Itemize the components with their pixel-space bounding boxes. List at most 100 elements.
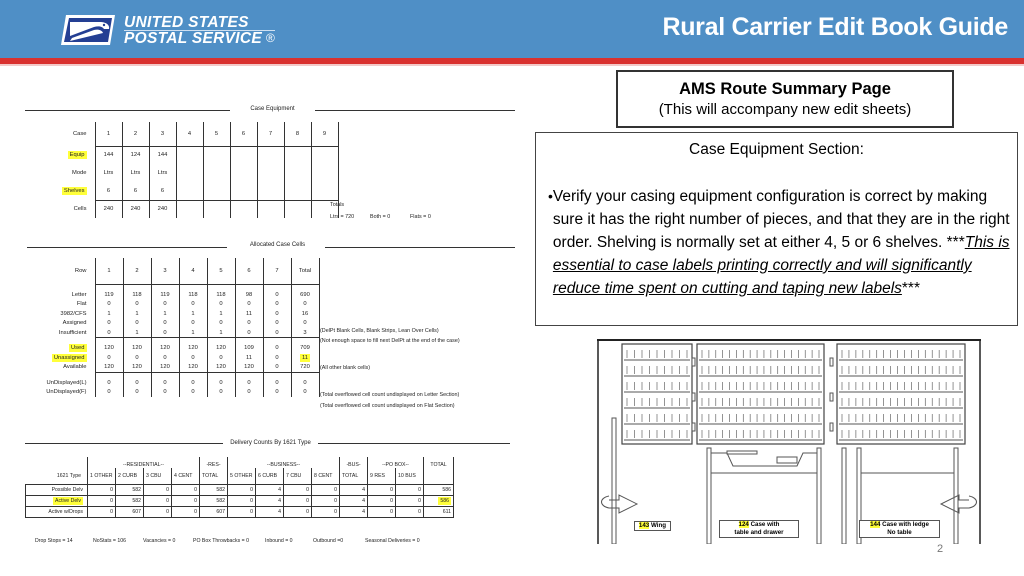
cell-value: 1 xyxy=(191,310,195,317)
cell-value: 0 xyxy=(135,354,139,361)
alloc-cell: 11 xyxy=(234,309,263,319)
cell-value: 607 xyxy=(132,508,141,515)
delivery-column-header: 10 BUS xyxy=(395,468,424,484)
alloc-cell: 0 xyxy=(262,353,291,363)
delivery-cell: 0 xyxy=(87,483,116,496)
totals-letters: Ltrs = 720 xyxy=(330,214,355,220)
cell-value: 119 xyxy=(160,291,170,298)
case-row-label: Equip xyxy=(25,146,95,164)
cell-value: 0 xyxy=(166,486,169,493)
alloc-cell: 0 xyxy=(290,318,320,328)
cell-value: 120 xyxy=(188,364,198,370)
case-cell: 6 xyxy=(148,182,176,200)
alloc-row-note: (All other blank cells) xyxy=(320,365,371,371)
alloc-row: UnDisplayed(F) 0 0 0 0 0 0 0 0 xyxy=(25,387,320,397)
header-bar: UNITED STATES POSTAL SERVICE ® Rural Carr… xyxy=(0,0,1024,58)
cell-value: 11 xyxy=(299,353,311,362)
alloc-cell: 98 xyxy=(234,290,263,300)
alloc-cell: 1 xyxy=(178,328,207,338)
case-cell: 240 xyxy=(94,199,122,218)
row-label-text: Flat xyxy=(76,301,87,308)
cell-value: 4 xyxy=(278,486,281,493)
alloc-cell: 0 xyxy=(262,309,291,319)
caption-text-line2: table and drawer xyxy=(734,529,784,536)
alloc-cell: 120 xyxy=(150,362,179,372)
cell-value: 0 xyxy=(275,301,279,308)
alloc-row-label: UnDisplayed(L) xyxy=(25,378,95,388)
delivery-cell: 0 xyxy=(311,483,340,496)
delivery-cell: 4 xyxy=(339,505,368,518)
alloc-cell: 120 xyxy=(206,362,235,372)
instruction-end: *** xyxy=(901,280,920,297)
alloc-cell: 0 xyxy=(94,378,123,388)
cell-value: 0 xyxy=(247,389,251,396)
usps-logo: UNITED STATES POSTAL SERVICE ® xyxy=(60,13,276,47)
cell-value: 0 xyxy=(163,329,167,336)
alloc-cell: 720 xyxy=(290,362,320,372)
case-cell xyxy=(229,182,257,200)
delivery-row: Active Delv 0 582 0 0 582 0 4 0 0 4 0 0 586 xyxy=(25,494,454,507)
cell-value: 0 xyxy=(191,379,195,386)
delivery-cell: 4 xyxy=(255,483,284,496)
alloc-row-label: 3982/CFS xyxy=(25,309,95,319)
delivery-cell: 0 xyxy=(283,494,312,507)
cell-value: 0 xyxy=(191,301,195,308)
case-row-label: Cells xyxy=(25,200,95,218)
cell-value: 586 xyxy=(438,496,451,505)
delivery-group-header-row: --RESIDENTIAL-- -RES- --BUSINESS-- -BUS- --P… xyxy=(26,457,454,468)
cell-value: 0 xyxy=(163,389,167,396)
cell-value: 582 xyxy=(132,497,141,504)
alloc-cell: 1 xyxy=(178,309,207,319)
alloc-cell: 1 xyxy=(122,309,151,319)
delivery-cell: 0 xyxy=(367,494,396,507)
alloc-cell: 0 xyxy=(206,318,235,328)
cell-value: 0 xyxy=(191,389,195,396)
alloc-cell: 120 xyxy=(94,362,123,372)
cell-value: 0 xyxy=(250,508,253,515)
case-cell xyxy=(202,199,230,218)
delivery-cell: 582 xyxy=(115,483,144,496)
cell-value: 0 xyxy=(107,389,111,396)
case-cell: 240 xyxy=(121,199,149,218)
delivery-cell: 611 xyxy=(423,505,454,518)
delivery-cell: 0 xyxy=(143,483,172,496)
delivery-column-header: 8 CENT xyxy=(311,468,340,484)
alloc-cell: 0 xyxy=(262,343,291,353)
cell-value: 98 xyxy=(245,291,253,298)
case-cell xyxy=(202,164,230,182)
alloc-cell: 0 xyxy=(234,299,263,309)
alloc-cell: 0 xyxy=(234,328,263,338)
alloc-cell: 16 xyxy=(290,309,320,319)
cell-value: 0 xyxy=(110,486,113,493)
delivery-counts-table: --RESIDENTIAL-- -RES- --BUSINESS-- -BUS- --P… xyxy=(25,457,454,518)
alloc-cell: 0 xyxy=(178,387,207,397)
cell-value: 0 xyxy=(247,301,251,308)
ams-subtitle: (This will accompany new edit sheets) xyxy=(658,101,912,118)
case-cell xyxy=(175,164,203,182)
cell-value: 0 xyxy=(135,389,139,396)
alloc-cell: 120 xyxy=(122,362,151,372)
alloc-cell: 11 xyxy=(290,353,320,363)
alloc-row-label: Used xyxy=(25,344,95,354)
alloc-cell: 0 xyxy=(150,387,179,397)
alloc-cell: 0 xyxy=(150,353,179,363)
logo-line-1: UNITED STATES xyxy=(124,13,249,31)
case-panel xyxy=(621,343,693,445)
row-label-text: Equip xyxy=(67,151,87,159)
delivery-summary-item: Vacancies = 0 xyxy=(143,538,176,544)
cell-value: 120 xyxy=(104,364,114,370)
instruction-plain: Verify your casing equipment configurati… xyxy=(552,188,1010,251)
alloc-cell: 0 xyxy=(206,353,235,363)
header-stripe-shadow xyxy=(0,64,1024,66)
alloc-cell: 0 xyxy=(122,387,151,397)
alloc-header-row: Row 1 2 3 4 5 6 7 Total xyxy=(25,258,320,285)
case-number: 8 xyxy=(283,122,311,147)
delivery-row: Possible Delv 0 582 0 0 582 0 4 0 0 4 0 0 586 xyxy=(25,483,454,496)
case-cell xyxy=(310,164,339,182)
delivery-summary-item: NoStats = 106 xyxy=(93,538,127,544)
alloc-cell: 0 xyxy=(94,318,123,328)
row-label-text: Cells xyxy=(73,206,87,212)
alloc-cell: 120 xyxy=(150,343,179,353)
cell-value: 0 xyxy=(107,354,111,361)
delivery-column-header: 6 CURB xyxy=(255,468,284,484)
